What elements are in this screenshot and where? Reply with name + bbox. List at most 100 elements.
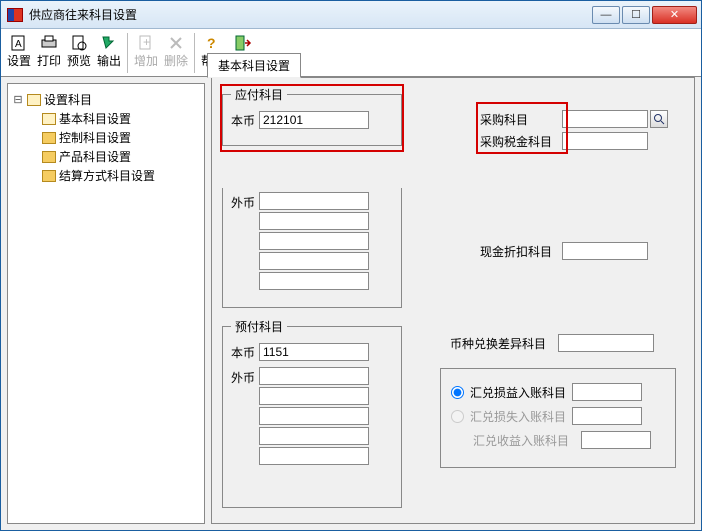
purchase-lookup-button[interactable] bbox=[650, 110, 668, 128]
pp-local-label: 本币 bbox=[231, 344, 259, 361]
delete-button: 删除 bbox=[161, 31, 191, 75]
pp-foreign-input-2[interactable] bbox=[259, 387, 369, 405]
purchase-group: 采购科目 采购税金科目 bbox=[480, 106, 668, 154]
pp-foreign-input-3[interactable] bbox=[259, 407, 369, 425]
toolbar: A 设置 打印 预览 输出 + 增加 bbox=[1, 29, 701, 77]
tree-item-product[interactable]: 产品科目设置 bbox=[12, 147, 200, 166]
svg-text:A: A bbox=[15, 39, 22, 50]
purchase-tax-label: 采购税金科目 bbox=[480, 133, 562, 150]
exdiff-input[interactable] bbox=[558, 334, 654, 352]
fx-gain-acct-label: 汇兑收益入账科目 bbox=[473, 432, 581, 449]
radio-fx-loss-input bbox=[451, 410, 464, 423]
help-icon: ? bbox=[203, 33, 223, 53]
fx-radio-fieldset: 汇兑损益入账科目 汇兑损失入账科目 汇兑收益入账科目 bbox=[440, 368, 676, 468]
tree-item-label: 控制科目设置 bbox=[59, 129, 131, 146]
folder-icon bbox=[42, 170, 56, 182]
preview-icon bbox=[69, 33, 89, 53]
ap-foreign-inputs bbox=[259, 192, 369, 290]
fx-gain-input[interactable] bbox=[572, 383, 642, 401]
discount-input[interactable] bbox=[562, 242, 648, 260]
tree-item-control[interactable]: 控制科目设置 bbox=[12, 128, 200, 147]
delete-icon bbox=[166, 33, 186, 53]
export-button[interactable]: 输出 bbox=[94, 31, 124, 75]
tree-item-settle[interactable]: 结算方式科目设置 bbox=[12, 166, 200, 185]
pp-fieldset: 预付科目 本币 外币 bbox=[222, 318, 402, 508]
window-buttons: — ☐ ✕ bbox=[592, 6, 697, 24]
purchase-input[interactable] bbox=[562, 110, 648, 128]
ap-foreign-input-2[interactable] bbox=[259, 212, 369, 230]
add-label: 增加 bbox=[134, 55, 158, 67]
pp-local-input[interactable] bbox=[259, 343, 369, 361]
close-button[interactable]: ✕ bbox=[652, 6, 697, 24]
tree-item-label: 基本科目设置 bbox=[59, 110, 131, 127]
discount-label: 现金折扣科目 bbox=[480, 243, 562, 260]
window-title: 供应商往来科目设置 bbox=[29, 6, 592, 23]
pp-foreign-input-5[interactable] bbox=[259, 447, 369, 465]
toolbar-sep-1 bbox=[127, 33, 128, 73]
ap-foreign-input-3[interactable] bbox=[259, 232, 369, 250]
ap-foreign-fieldset: 外币 bbox=[222, 188, 402, 308]
titlebar: 供应商往来科目设置 — ☐ ✕ bbox=[1, 1, 701, 29]
tree-root[interactable]: ⊟ 设置科目 bbox=[12, 90, 200, 109]
folder-open-icon bbox=[27, 94, 41, 106]
setup-label: 设置 bbox=[7, 55, 31, 67]
ap-foreign-label: 外币 bbox=[231, 192, 259, 211]
radio-fx-gain-input[interactable] bbox=[451, 386, 464, 399]
ap-foreign-input-4[interactable] bbox=[259, 252, 369, 270]
tree-item-basic[interactable]: 基本科目设置 bbox=[12, 109, 200, 128]
ap-foreign-input-5[interactable] bbox=[259, 272, 369, 290]
delete-label: 删除 bbox=[164, 55, 188, 67]
radio-fx-gain[interactable]: 汇兑损益入账科目 bbox=[451, 383, 665, 401]
tree-panel: ⊟ 设置科目 基本科目设置 控制科目设置 产品科目设置 结算方式科目设置 bbox=[7, 83, 205, 524]
svg-text:+: + bbox=[143, 35, 150, 49]
fx-loss-input[interactable] bbox=[572, 407, 642, 425]
setup-button[interactable]: A 设置 bbox=[4, 31, 34, 75]
export-icon bbox=[99, 33, 119, 53]
preview-label: 预览 bbox=[67, 55, 91, 67]
exdiff-row: 币种兑换差异科目 bbox=[450, 334, 654, 352]
tree-root-label: 设置科目 bbox=[44, 91, 92, 108]
pp-foreign-label: 外币 bbox=[231, 367, 259, 386]
tree-item-label: 产品科目设置 bbox=[59, 148, 131, 165]
purchase-tax-input[interactable] bbox=[562, 132, 648, 150]
app-window: 供应商往来科目设置 — ☐ ✕ A 设置 打印 预览 bbox=[0, 0, 702, 531]
radio-fx-gain-label: 汇兑损益入账科目 bbox=[470, 384, 566, 401]
purchase-label: 采购科目 bbox=[480, 111, 562, 128]
fx-gain-acct-input[interactable] bbox=[581, 431, 651, 449]
ap-top-fieldset: 应付科目 本币 bbox=[222, 86, 402, 146]
ap-foreign-input-1[interactable] bbox=[259, 192, 369, 210]
tree-twisty-icon[interactable]: ⊟ bbox=[12, 93, 24, 106]
search-icon bbox=[653, 113, 665, 125]
pp-foreign-input-1[interactable] bbox=[259, 367, 369, 385]
folder-open-icon bbox=[42, 113, 56, 125]
body: ⊟ 设置科目 基本科目设置 控制科目设置 产品科目设置 结算方式科目设置 bbox=[1, 77, 701, 530]
pp-foreign-input-4[interactable] bbox=[259, 427, 369, 445]
add-button: + 增加 bbox=[131, 31, 161, 75]
tab-basic[interactable]: 基本科目设置 bbox=[207, 53, 301, 78]
pp-foreign-inputs bbox=[259, 367, 369, 465]
svg-text:?: ? bbox=[207, 35, 216, 51]
radio-fx-loss[interactable]: 汇兑损失入账科目 bbox=[451, 407, 665, 425]
pp-legend: 预付科目 bbox=[231, 318, 287, 335]
add-icon: + bbox=[136, 33, 156, 53]
exit-icon bbox=[233, 33, 253, 53]
main-area: 应付科目 本币 采购科目 bbox=[211, 83, 695, 524]
maximize-button[interactable]: ☐ bbox=[622, 6, 650, 24]
tree-item-label: 结算方式科目设置 bbox=[59, 167, 155, 184]
folder-icon bbox=[42, 132, 56, 144]
preview-button[interactable]: 预览 bbox=[64, 31, 94, 75]
exdiff-label: 币种兑换差异科目 bbox=[450, 335, 558, 352]
print-label: 打印 bbox=[37, 55, 61, 67]
setup-icon: A bbox=[9, 33, 29, 53]
app-icon bbox=[7, 8, 23, 22]
print-icon bbox=[39, 33, 59, 53]
discount-row: 现金折扣科目 bbox=[480, 242, 648, 260]
toolbar-sep-2 bbox=[194, 33, 195, 73]
folder-icon bbox=[42, 151, 56, 163]
minimize-button[interactable]: — bbox=[592, 6, 620, 24]
ap-local-input[interactable] bbox=[259, 111, 369, 129]
tab-panel: 应付科目 本币 采购科目 bbox=[211, 77, 695, 524]
ap-legend: 应付科目 bbox=[231, 86, 287, 103]
ap-local-label: 本币 bbox=[231, 112, 259, 129]
print-button[interactable]: 打印 bbox=[34, 31, 64, 75]
